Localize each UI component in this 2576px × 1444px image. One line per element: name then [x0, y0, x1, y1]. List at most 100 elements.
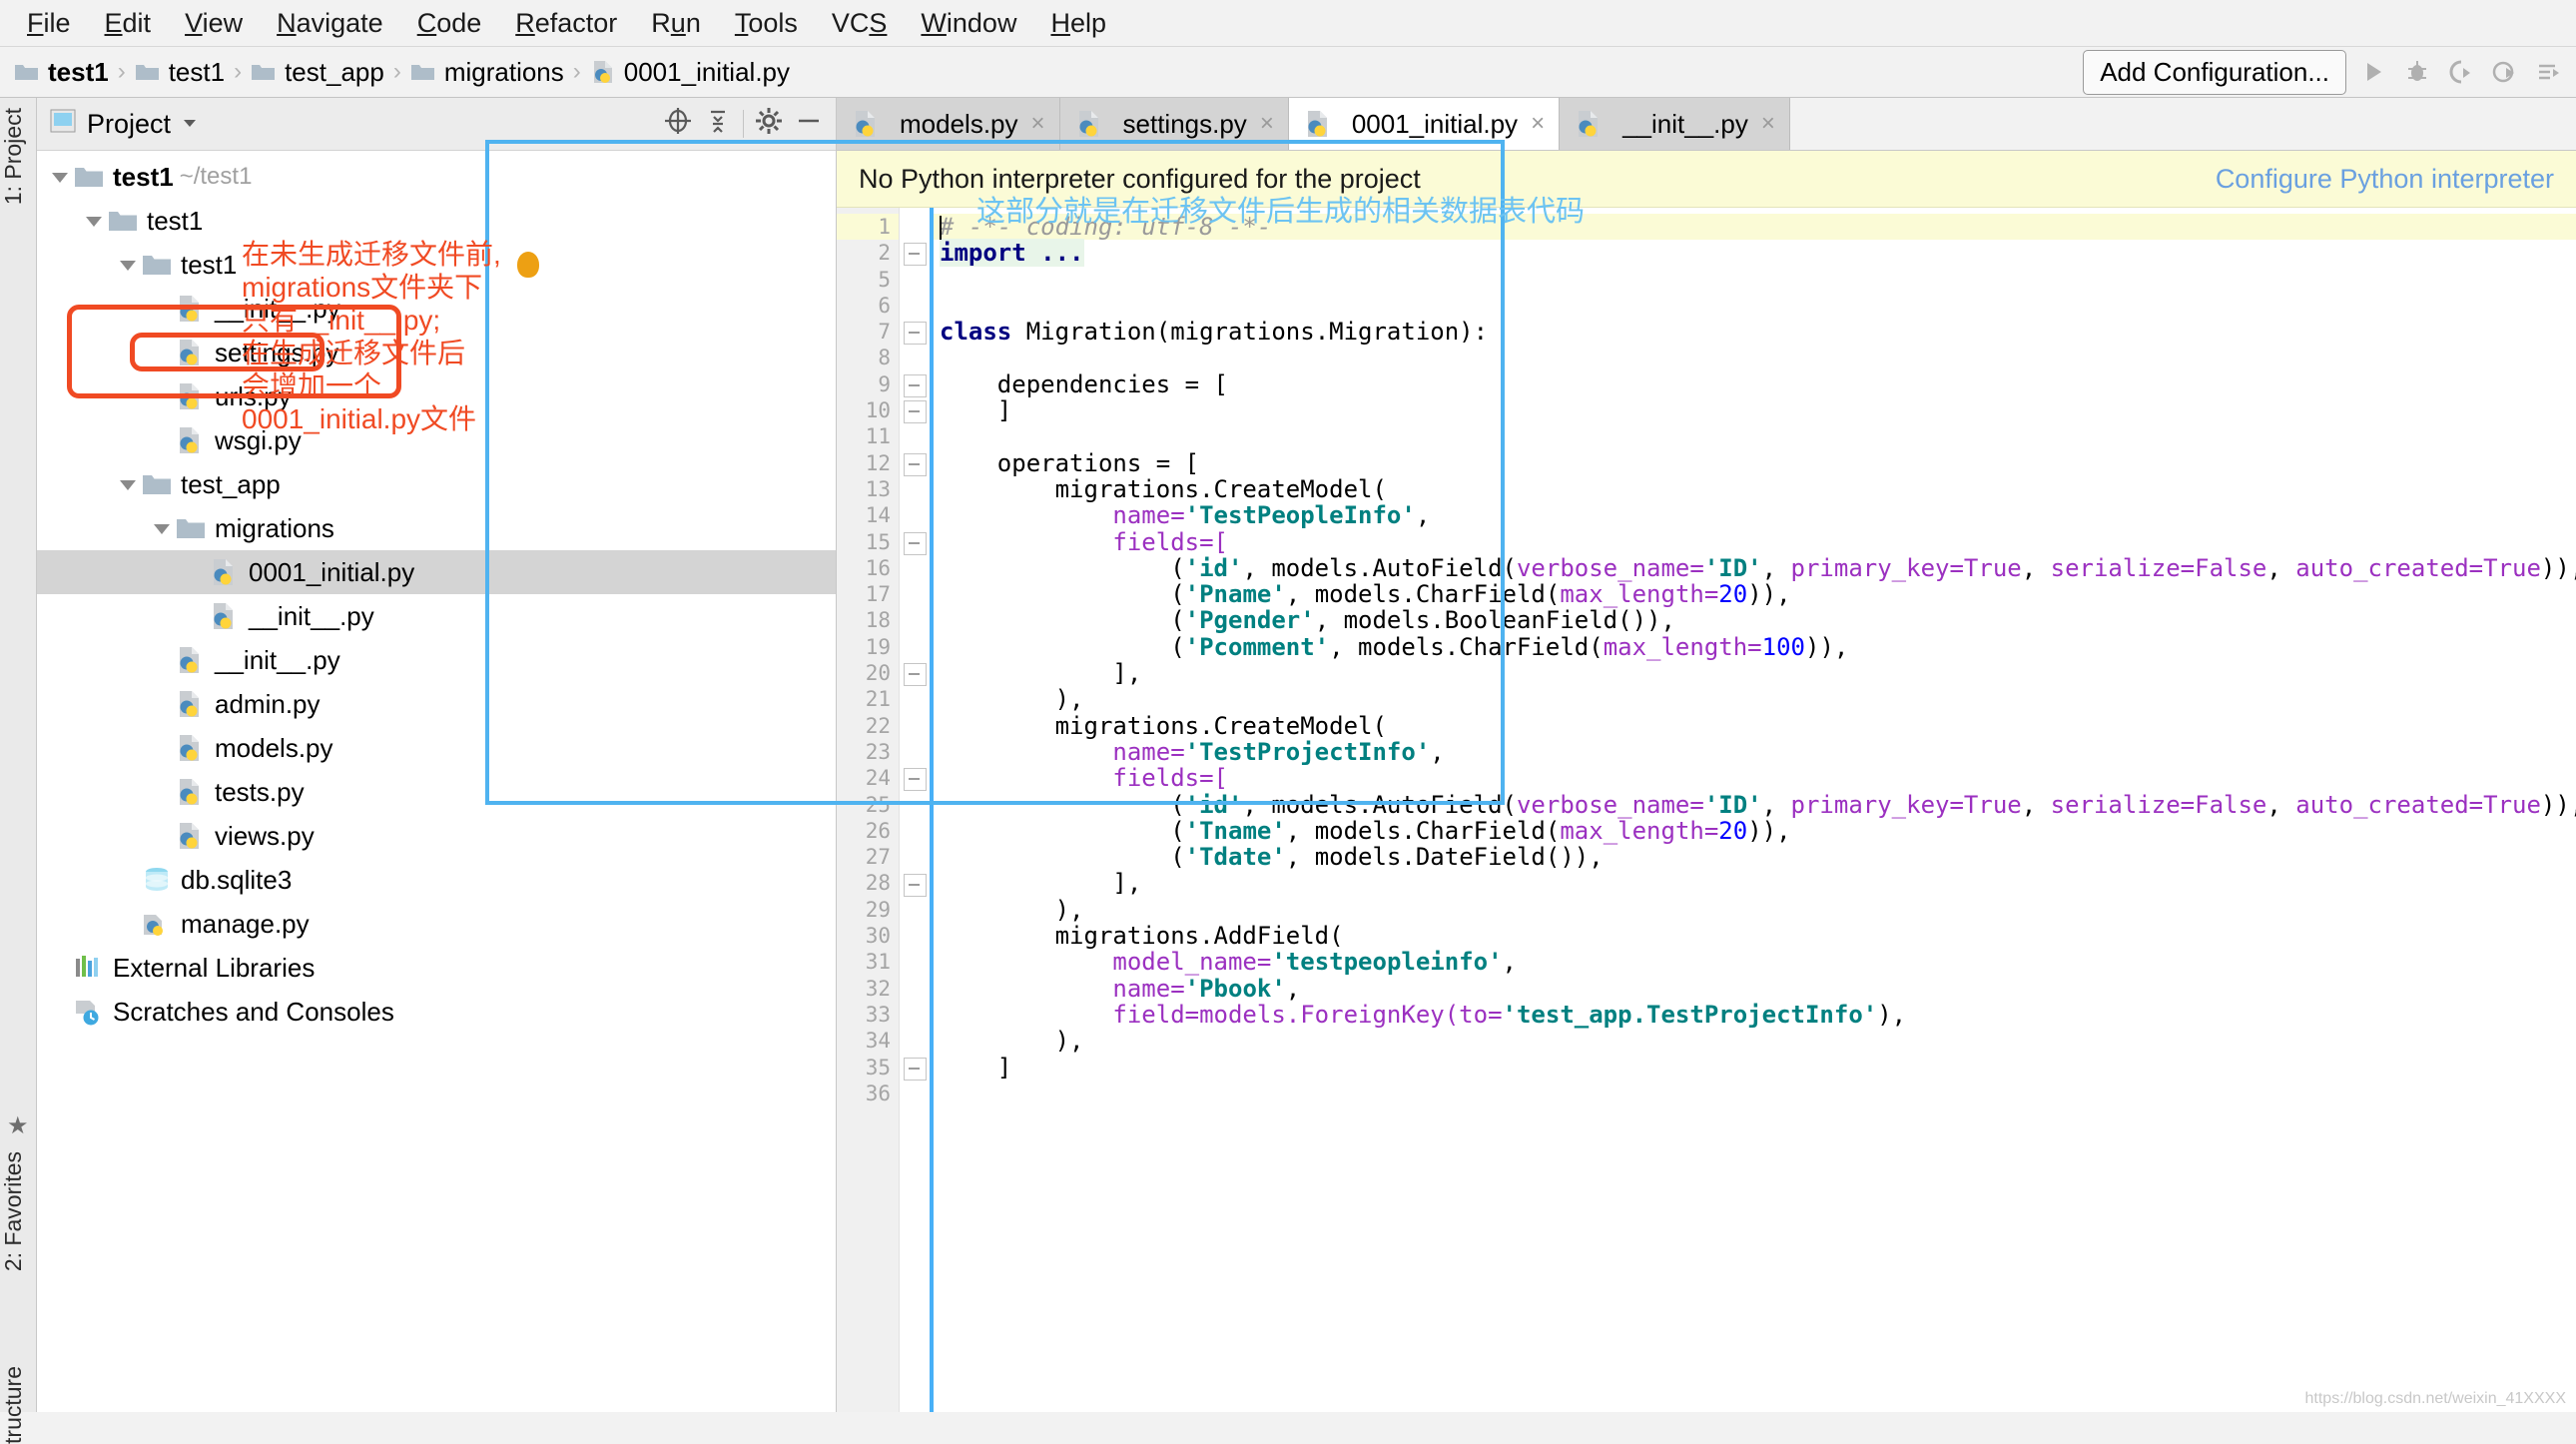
line-number[interactable]: 33 — [837, 1002, 899, 1028]
breadcrumb-item-2[interactable]: test_app — [247, 57, 388, 88]
chevron-down-icon[interactable] — [149, 515, 175, 541]
line-number[interactable]: 27 — [837, 844, 899, 870]
editor-tab-settings-py[interactable]: settings.py × — [1059, 98, 1289, 150]
tree-node-test-app[interactable]: test_app — [37, 462, 836, 506]
fold-toggle-icon[interactable] — [904, 1057, 927, 1081]
chevron-down-icon[interactable] — [181, 110, 199, 139]
gear-icon[interactable] — [754, 106, 784, 143]
run-anything-icon[interactable] — [2536, 59, 2562, 85]
menu-item-help[interactable]: Help — [1033, 0, 1123, 46]
tree-node--init-py[interactable]: __init__.py — [37, 638, 836, 682]
tree-node-migrations[interactable]: migrations — [37, 506, 836, 550]
tree-node-models-py[interactable]: models.py — [37, 726, 836, 770]
line-number[interactable]: 19 — [837, 634, 899, 660]
code-text-pane[interactable]: # -*- coding: utf-8 -*- import ... class … — [930, 208, 2576, 1412]
line-number[interactable]: 35 — [837, 1055, 899, 1081]
tree-node--init-py[interactable]: __init__.py — [37, 594, 836, 638]
line-number[interactable]: 30 — [837, 923, 899, 949]
breadcrumb-item-1[interactable]: test1 — [131, 57, 229, 88]
debug-icon[interactable] — [2404, 59, 2430, 85]
fold-toggle-icon[interactable] — [904, 400, 927, 424]
line-number[interactable]: 24 — [837, 765, 899, 791]
hide-icon[interactable] — [794, 106, 824, 143]
line-number[interactable]: 21 — [837, 686, 899, 712]
fold-toggle-icon[interactable] — [904, 452, 927, 476]
locate-icon[interactable] — [663, 106, 693, 143]
menu-item-edit[interactable]: Edit — [88, 0, 169, 46]
configure-interpreter-link[interactable]: Configure Python interpreter — [2216, 164, 2554, 195]
fold-toggle-icon[interactable] — [904, 768, 927, 792]
line-number[interactable]: 7 — [837, 319, 899, 345]
tool-window-button-structure[interactable]: tructure — [0, 1366, 36, 1444]
editor-tab-models-py[interactable]: models.py × — [837, 98, 1060, 150]
line-number[interactable]: 12 — [837, 450, 899, 476]
line-number[interactable]: 9 — [837, 371, 899, 397]
menu-item-run[interactable]: Run — [634, 0, 718, 46]
menu-item-view[interactable]: View — [168, 0, 260, 46]
line-number[interactable]: 23 — [837, 739, 899, 765]
line-number[interactable]: 17 — [837, 581, 899, 607]
line-number[interactable]: 15 — [837, 529, 899, 555]
breadcrumb-item-3[interactable]: migrations — [406, 57, 568, 88]
line-number[interactable]: 36 — [837, 1081, 899, 1106]
close-icon[interactable]: × — [1757, 110, 1775, 138]
collapse-all-icon[interactable] — [703, 106, 733, 143]
chevron-down-icon[interactable] — [115, 252, 141, 278]
close-icon[interactable]: × — [1027, 110, 1045, 138]
line-number[interactable]: 13 — [837, 476, 899, 502]
line-number[interactable]: 32 — [837, 976, 899, 1002]
tree-node-scratches-and-consoles[interactable]: Scratches and Consoles — [37, 990, 836, 1034]
add-configuration-button[interactable]: Add Configuration... — [2083, 49, 2346, 95]
code-folding-column[interactable] — [900, 208, 930, 1412]
line-number[interactable]: 20 — [837, 660, 899, 686]
line-number[interactable]: 11 — [837, 423, 899, 449]
breadcrumb-item-4[interactable]: 0001_initial.py — [586, 57, 794, 88]
tree-node-0001-initial-py[interactable]: 0001_initial.py — [37, 550, 836, 594]
line-number[interactable]: 6 — [837, 293, 899, 319]
fold-toggle-icon[interactable] — [904, 373, 927, 397]
line-number[interactable]: 2 — [837, 240, 899, 266]
code-editor[interactable]: 1 2 5 6 7 8 9 10 11 12 13 14 15 16 17 18 19 20 21 22 23 24 25 2… — [837, 208, 2576, 1412]
line-number[interactable]: 1 — [837, 214, 899, 241]
fold-toggle-icon[interactable] — [904, 531, 927, 555]
close-icon[interactable]: × — [1256, 110, 1274, 138]
line-number[interactable]: 26 — [837, 818, 899, 844]
editor-tab--init-py[interactable]: __init__.py × — [1560, 98, 1790, 150]
breadcrumb-item-0[interactable]: test1 — [10, 57, 113, 88]
run-coverage-icon[interactable] — [2448, 59, 2474, 85]
line-number[interactable]: 8 — [837, 345, 899, 370]
tree-node-admin-py[interactable]: admin.py — [37, 682, 836, 726]
tool-window-button-favorites[interactable]: 2: Favorites — [0, 1151, 36, 1271]
line-number[interactable]: 34 — [837, 1028, 899, 1054]
line-number[interactable]: 25 — [837, 792, 899, 818]
tree-node-test1[interactable]: test1 — [37, 199, 836, 243]
tree-node-manage-py[interactable]: manage.py — [37, 902, 836, 946]
line-number[interactable]: 28 — [837, 870, 899, 896]
chevron-down-icon[interactable] — [115, 471, 141, 497]
tree-node-tests-py[interactable]: tests.py — [37, 770, 836, 814]
line-number[interactable]: 10 — [837, 397, 899, 423]
menu-item-vcs[interactable]: VCS — [815, 0, 905, 46]
menu-item-code[interactable]: Code — [400, 0, 499, 46]
line-number[interactable]: 29 — [837, 897, 899, 923]
line-number[interactable]: 22 — [837, 713, 899, 739]
chevron-down-icon[interactable] — [81, 208, 107, 234]
editor-tab-0001-initial-py[interactable]: 0001_initial.py × — [1288, 98, 1561, 150]
run-icon[interactable] — [2360, 59, 2386, 85]
line-number-gutter[interactable]: 1 2 5 6 7 8 9 10 11 12 13 14 15 16 17 18 19 20 21 22 23 24 25 2… — [837, 208, 900, 1412]
tool-window-button-project[interactable]: 1: Project — [0, 108, 36, 205]
line-number[interactable]: 5 — [837, 267, 899, 293]
fold-toggle-icon[interactable] — [904, 663, 927, 687]
fold-toggle-icon[interactable] — [904, 243, 927, 267]
menu-item-window[interactable]: Window — [904, 0, 1033, 46]
tree-node-db-sqlite3[interactable]: db.sqlite3 — [37, 858, 836, 902]
menu-item-tools[interactable]: Tools — [718, 0, 815, 46]
menu-item-file[interactable]: File — [10, 0, 88, 46]
fold-toggle-icon[interactable] — [904, 322, 927, 346]
tree-node-views-py[interactable]: views.py — [37, 814, 836, 858]
menu-item-navigate[interactable]: Navigate — [260, 0, 400, 46]
chevron-down-icon[interactable] — [47, 164, 73, 190]
menu-item-refactor[interactable]: Refactor — [498, 0, 634, 46]
tree-node-external-libraries[interactable]: External Libraries — [37, 946, 836, 990]
tree-node-test1[interactable]: test1 ~/test1 — [37, 155, 836, 199]
